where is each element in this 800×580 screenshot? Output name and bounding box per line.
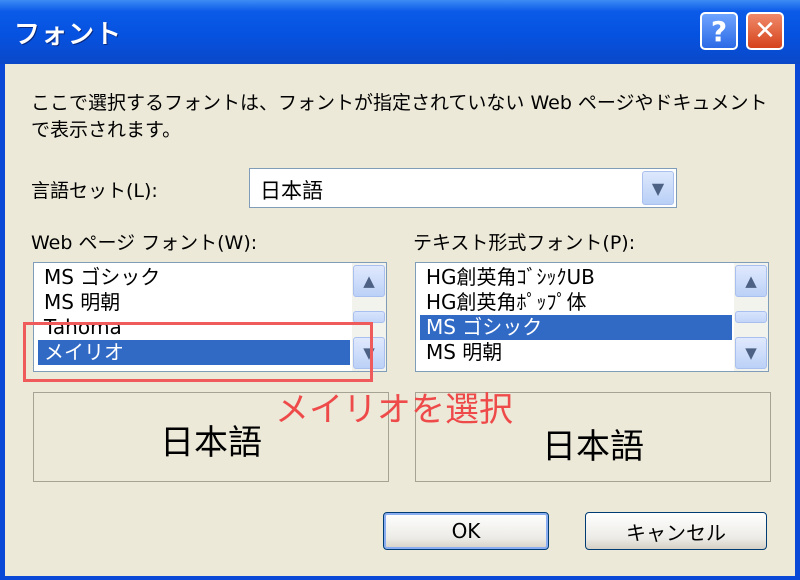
scroll-up-button[interactable]: ▲ — [353, 265, 385, 297]
language-set-value: 日本語 — [260, 179, 323, 203]
chevron-down-icon: ▼ — [651, 178, 665, 198]
list-item[interactable]: HG創英角ｺﾞｼｯｸUB — [420, 265, 732, 290]
list-item[interactable]: HG創英角ﾎﾟｯﾌﾟ体 — [420, 290, 732, 315]
text-font-listbox[interactable]: HG創英角ｺﾞｼｯｸUB HG創英角ﾎﾟｯﾌﾟ体 MS ゴシック MS 明朝 ▲… — [415, 262, 769, 372]
chevron-up-icon: ▲ — [745, 272, 757, 290]
scroll-down-button[interactable]: ▼ — [735, 337, 767, 369]
chevron-down-icon: ▼ — [745, 344, 757, 362]
close-button[interactable]: ✕ — [746, 12, 784, 50]
scroll-up-button[interactable]: ▲ — [735, 265, 767, 297]
cancel-button[interactable]: キャンセル — [585, 512, 767, 550]
list-item[interactable]: MS 明朝 — [420, 340, 732, 365]
close-icon: ✕ — [754, 16, 776, 46]
web-font-label: Web ページ フォント(W): — [31, 232, 258, 254]
annotation-text: メイリオを選択 — [275, 390, 513, 430]
ok-button[interactable]: OK — [383, 512, 549, 550]
list-item[interactable]: MS ゴシック — [38, 265, 350, 290]
font-dialog-window: フォント ? ✕ ここで選択するフォントは、フォントが指定されていない Web … — [0, 0, 800, 580]
help-button[interactable]: ? — [700, 12, 738, 50]
language-set-label: 言語セット(L): — [31, 180, 158, 202]
text-font-scrollbar[interactable]: ▲ ▼ — [734, 263, 768, 371]
dropdown-button[interactable]: ▼ — [642, 171, 674, 205]
question-icon: ? — [710, 14, 728, 48]
window-title: フォント — [14, 20, 123, 50]
list-item[interactable]: MS 明朝 — [38, 290, 350, 315]
scroll-thumb[interactable] — [735, 311, 767, 323]
list-item-selected[interactable]: MS ゴシック — [420, 315, 732, 340]
text-font-label: テキスト形式フォント(P): — [413, 232, 636, 254]
dialog-body: ここで選択するフォントは、フォントが指定されていない Web ページやドキュメン… — [5, 64, 795, 576]
language-set-combobox[interactable]: 日本語 ▼ — [249, 168, 677, 208]
annotation-highlight-box — [23, 322, 373, 382]
description-text: ここで選択するフォントは、フォントが指定されていない Web ページやドキュメン… — [31, 92, 768, 141]
chevron-up-icon: ▲ — [363, 272, 375, 290]
title-bar[interactable]: フォント ? ✕ — [0, 0, 800, 64]
